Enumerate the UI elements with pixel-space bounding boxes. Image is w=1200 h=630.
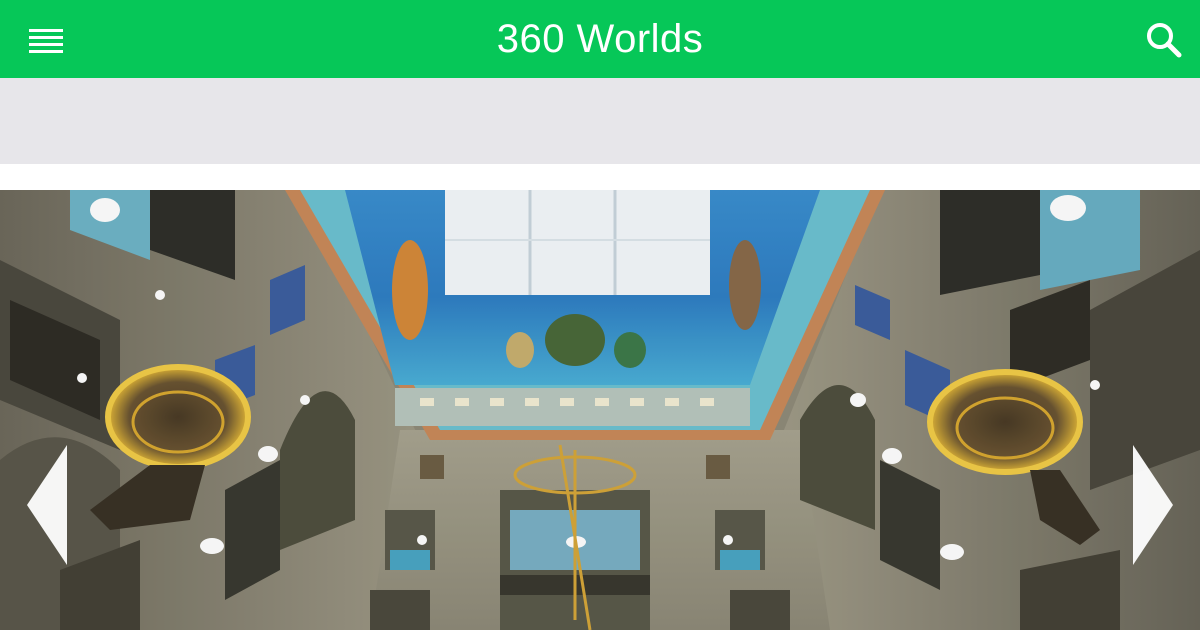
search-icon	[1147, 23, 1182, 58]
panorama-image	[0, 190, 1200, 630]
chevron-right-icon	[1133, 445, 1173, 565]
search-button[interactable]	[1142, 18, 1186, 62]
app-title: 360 Worlds	[496, 17, 704, 61]
previous-button[interactable]	[22, 440, 72, 570]
hamburger-menu-icon	[29, 29, 63, 53]
menu-button[interactable]	[24, 20, 68, 60]
banner-area	[0, 78, 1200, 164]
spacer	[0, 164, 1200, 190]
chevron-left-icon	[27, 445, 67, 565]
app-bar: 360 Worlds	[0, 0, 1200, 78]
panorama-viewer[interactable]	[0, 190, 1200, 630]
next-button[interactable]	[1128, 440, 1178, 570]
